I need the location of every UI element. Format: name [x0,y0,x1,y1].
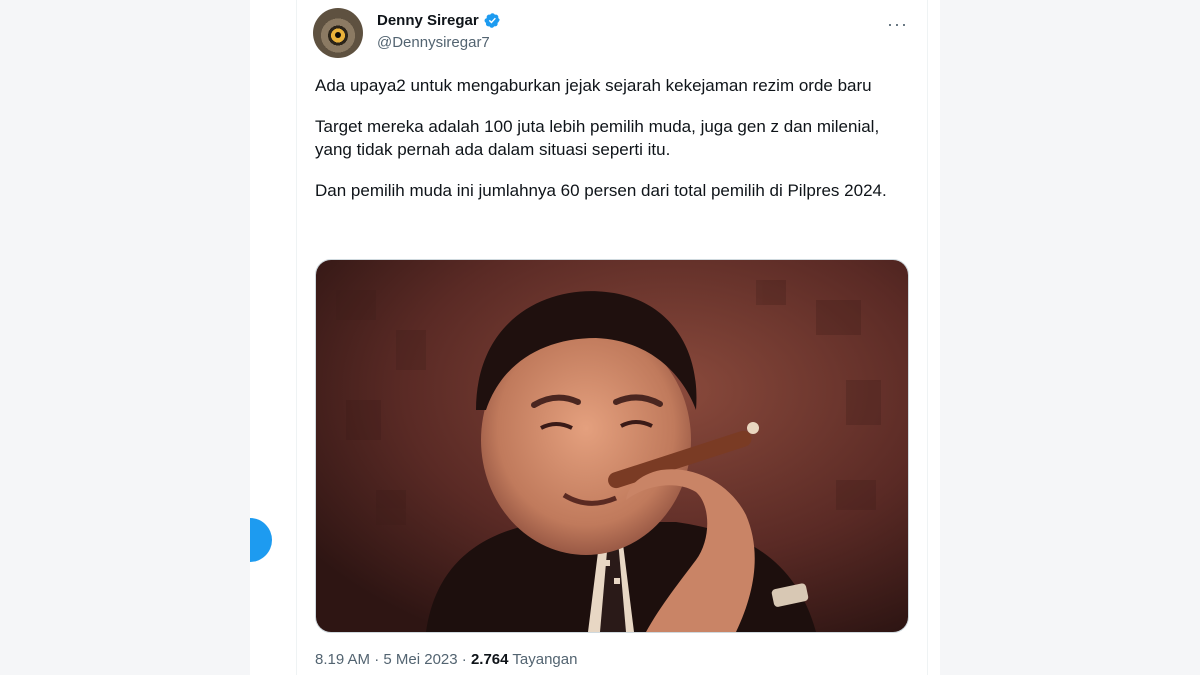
meta-separator: · [374,651,380,668]
author-display-name[interactable]: Denny Siregar [377,12,479,29]
avatar[interactable] [313,8,363,58]
author-handle[interactable]: @Dennysiregar7 [377,34,490,51]
tweet-time[interactable]: 8.19 AM [315,651,370,668]
verified-badge-icon [484,13,500,28]
tweet-meta: 8.19 AM · 5 Mei 2023 · 2.764 Tayangan [315,651,577,668]
views-count[interactable]: 2.764 [471,651,509,668]
meta-separator: · [461,651,467,668]
left-background [0,0,250,675]
right-background [940,0,1200,675]
photo-illustration [316,260,908,632]
tweet-paragraph: Target mereka adalah 100 juta lebih pemi… [315,117,880,159]
tweet-date[interactable]: 5 Mei 2023 [383,651,457,668]
tweet-paragraph: Dan pemilih muda ini jumlahnya 60 persen… [315,181,887,200]
author-name-row: Denny Siregar [377,12,501,29]
tweet-media-photo[interactable] [315,259,909,633]
tweet-text: Ada upaya2 untuk mengaburkan jejak sejar… [315,74,890,220]
tweet-paragraph: Ada upaya2 untuk mengaburkan jejak sejar… [315,76,872,95]
views-label: Tayangan [512,651,578,668]
tweet-card: Denny Siregar @Dennysiregar7 ··· Ada upa… [296,0,928,675]
more-options-icon[interactable]: ··· [887,14,908,35]
